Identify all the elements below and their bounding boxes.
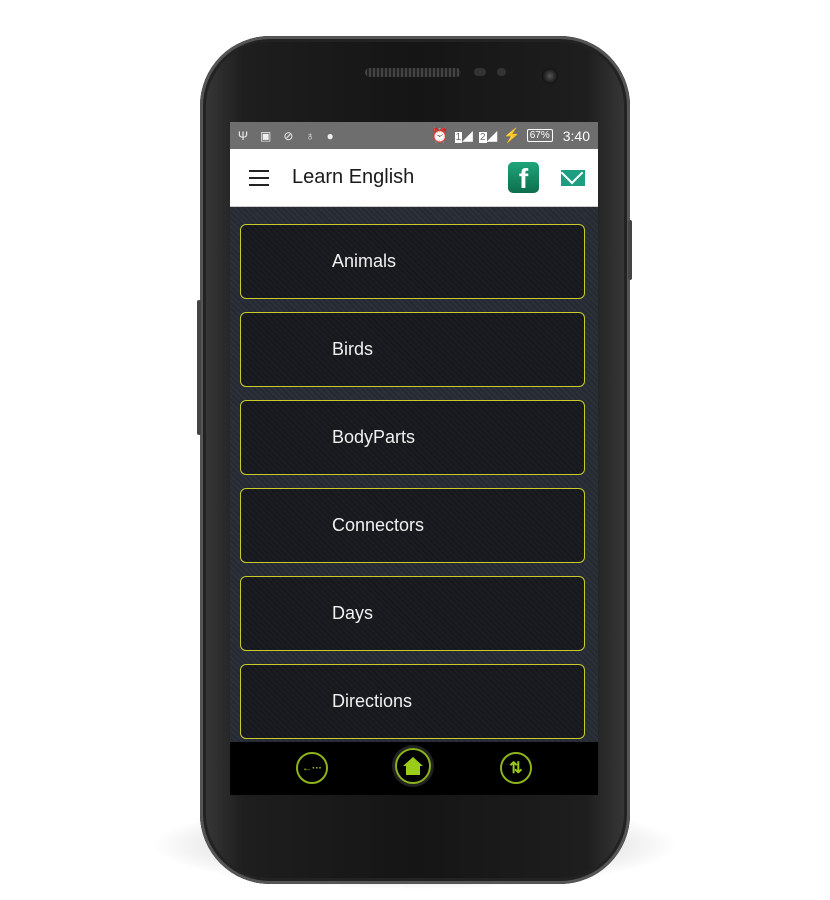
sort-arrows-icon: ⇅ bbox=[509, 760, 523, 777]
sensor bbox=[474, 68, 486, 76]
facebook-letter: f bbox=[518, 163, 529, 194]
battery-indicator: 67% bbox=[526, 129, 553, 142]
mail-icon[interactable] bbox=[561, 169, 585, 186]
power-button bbox=[628, 220, 632, 280]
sort-button[interactable]: ⇅ bbox=[500, 752, 532, 784]
facebook-icon[interactable]: f bbox=[508, 162, 539, 193]
sim2-signal-icon: 2◢ bbox=[478, 127, 498, 143]
list-item-animals[interactable]: Animals bbox=[240, 224, 585, 299]
list-item-birds[interactable]: Birds bbox=[240, 312, 585, 387]
list-item-label: Connectors bbox=[332, 515, 425, 535]
bottom-nav: ←··· ⇅ bbox=[230, 742, 598, 795]
image-icon: ▣ bbox=[260, 128, 272, 143]
list-item-label: Animals bbox=[332, 251, 397, 271]
list-item-label: Directions bbox=[332, 691, 413, 711]
blocked-icon: ⊘ bbox=[283, 128, 294, 143]
page-title: Learn English bbox=[292, 166, 415, 188]
list-item-directions[interactable]: Directions bbox=[240, 664, 585, 739]
volume-button bbox=[197, 300, 201, 435]
list-item-label: Birds bbox=[332, 339, 374, 359]
bulb-icon: ♁ bbox=[305, 128, 315, 143]
front-camera bbox=[542, 68, 558, 84]
category-list[interactable]: Animals Birds BodyParts Connectors Days … bbox=[230, 207, 598, 742]
hamburger-menu-icon[interactable] bbox=[249, 169, 269, 186]
app-screen: Ψ ▣ ⊘ ♁ ● ⏰ 1◢ 2◢ ⚡ 67% 3:40 Learn Engli… bbox=[230, 122, 598, 795]
list-item-label: Days bbox=[332, 603, 374, 623]
sim1-signal-icon: 1◢ bbox=[454, 127, 473, 143]
list-item-days[interactable]: Days bbox=[240, 576, 585, 651]
charging-icon: ⚡ bbox=[503, 127, 521, 143]
android-icon: ● bbox=[326, 128, 334, 143]
list-item-bodyparts[interactable]: BodyParts bbox=[240, 400, 585, 475]
alarm-icon: ⏰ bbox=[431, 127, 449, 143]
usb-icon: Ψ bbox=[238, 128, 249, 143]
status-bar: Ψ ▣ ⊘ ♁ ● ⏰ 1◢ 2◢ ⚡ 67% 3:40 bbox=[230, 122, 598, 149]
home-icon bbox=[403, 757, 423, 775]
speaker-grille bbox=[365, 68, 461, 77]
app-toolbar: Learn English f bbox=[230, 149, 598, 207]
back-arrow-icon: ←··· bbox=[302, 762, 322, 774]
home-button[interactable] bbox=[395, 748, 431, 784]
back-button[interactable]: ←··· bbox=[296, 752, 328, 784]
list-item-label: BodyParts bbox=[332, 427, 416, 447]
clock: 3:40 bbox=[562, 127, 590, 144]
sensor bbox=[497, 68, 506, 76]
list-item-connectors[interactable]: Connectors bbox=[240, 488, 585, 563]
